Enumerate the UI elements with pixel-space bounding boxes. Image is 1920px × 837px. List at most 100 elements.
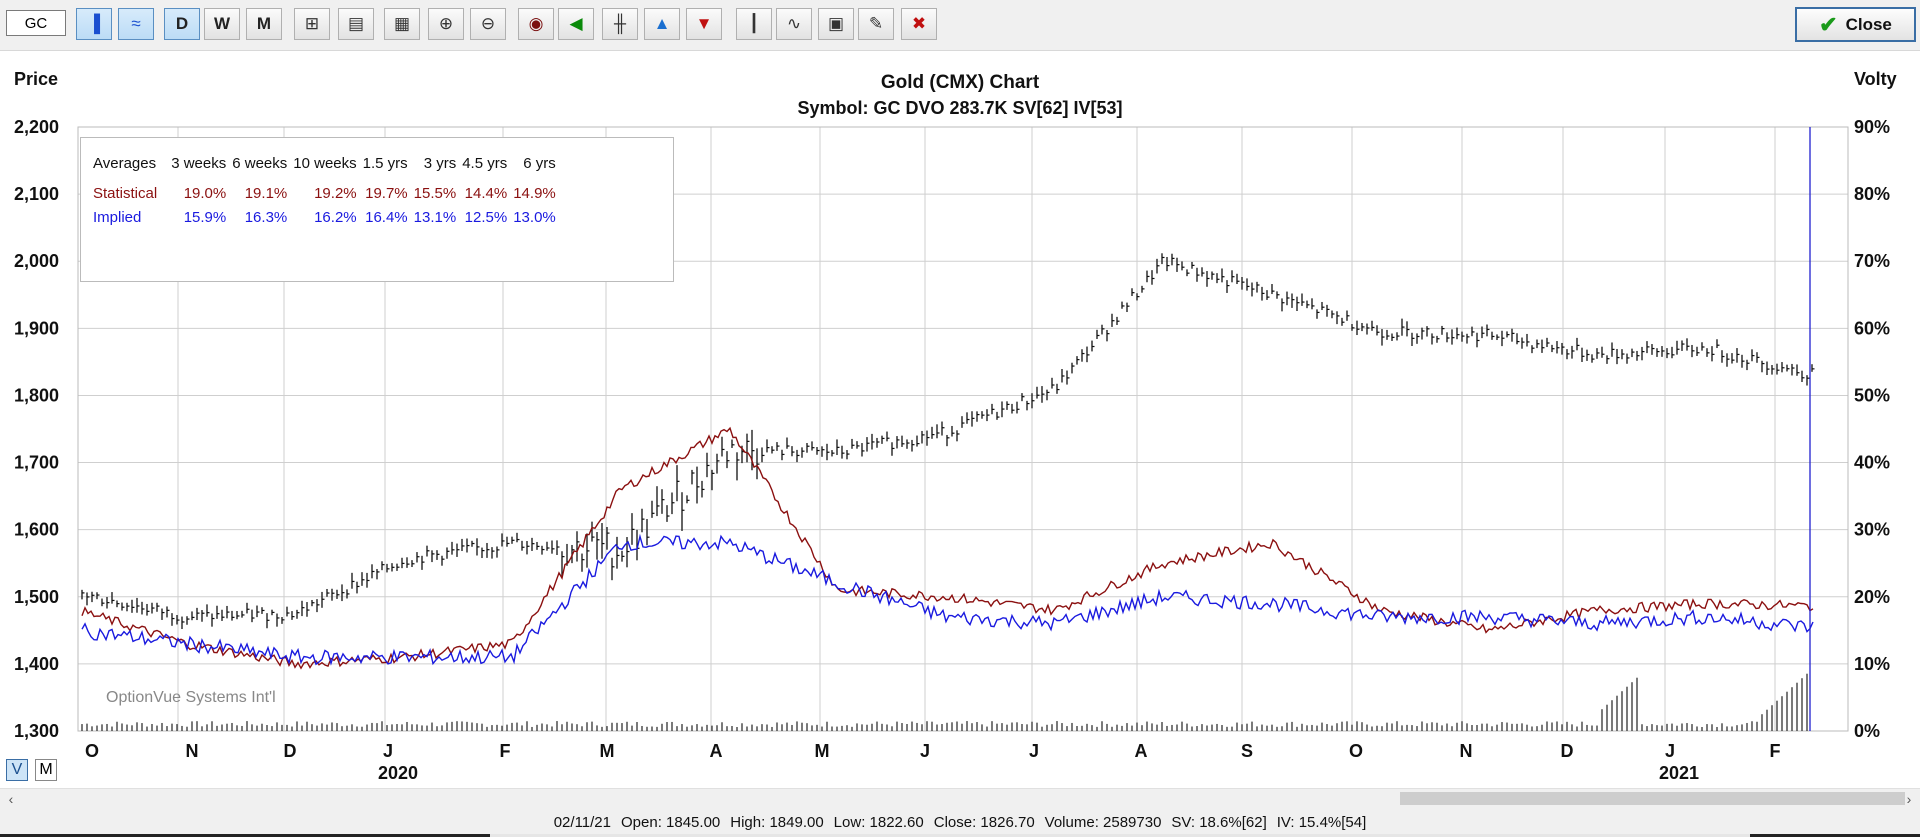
statistical-value-cell: 14.9% — [513, 185, 556, 202]
watermark: OptionVue Systems Int'l — [106, 689, 276, 706]
statistical-value-cell: 19.0% — [183, 185, 227, 202]
implied-value-cell: 12.5% — [464, 209, 508, 226]
scale-button[interactable]: ⊞ — [294, 8, 330, 40]
price-series — [81, 253, 1815, 630]
volty-tick-label: 10% — [1854, 654, 1890, 674]
line-chart-icon: ≈ — [131, 14, 141, 33]
line-view-button[interactable]: ≈ — [118, 8, 154, 40]
trend-button[interactable]: ◀ — [558, 8, 594, 40]
price-tick-label: 1,800 — [14, 385, 59, 405]
month-tick-label: S — [1241, 741, 1253, 761]
scroll-left-icon[interactable]: ‹ — [2, 789, 20, 809]
candle-view-button[interactable]: ▐ — [76, 8, 112, 40]
statistical-value-cell: 14.4% — [464, 185, 508, 202]
scale-icon: ⊞ — [304, 14, 320, 33]
month-tick-label: D — [1561, 741, 1574, 761]
monthly-button[interactable]: M — [246, 8, 282, 40]
calendar-button[interactable]: ▦ — [384, 8, 420, 40]
month-tick-label: J — [383, 741, 393, 761]
hilo-button[interactable]: ╫ — [602, 8, 638, 40]
bar-pattern-button[interactable]: ┃ — [736, 8, 772, 40]
statistical-value-cell: 19.7% — [365, 185, 408, 202]
month-tick-label: F — [500, 741, 511, 761]
price-axis-label: Price — [14, 69, 58, 89]
month-tick-label: M — [600, 741, 615, 761]
month-tick-label: N — [186, 741, 199, 761]
checkmark-icon: ✔ — [1819, 11, 1838, 37]
status-volume: Volume: 2589730 — [1044, 814, 1162, 831]
implied-value-cell: 16.2% — [314, 209, 357, 226]
price-tick-label: 1,700 — [14, 453, 59, 473]
zoom-out-button[interactable]: ⊖ — [470, 8, 506, 40]
status-bar: 02/11/21 Open: 1845.00 High: 1849.00 Low… — [0, 808, 1920, 837]
target-button[interactable]: ◉ — [518, 8, 554, 40]
volty-tick-label: 70% — [1854, 251, 1890, 271]
clipboard-icon: ▤ — [347, 14, 365, 33]
status-date: 02/11/21 — [553, 814, 611, 831]
bar-chart-icon: ▐ — [87, 14, 101, 33]
month-tick-label: N — [1460, 741, 1473, 761]
weekly-button[interactable]: W — [204, 8, 240, 40]
symbol-input[interactable] — [6, 10, 66, 36]
delete-button[interactable]: ✖ — [901, 8, 937, 40]
month-tick-label: J — [920, 741, 930, 761]
calendar-icon: ▦ — [393, 14, 411, 33]
close-button[interactable]: ✔ Close — [1795, 7, 1916, 42]
price-tick-label: 1,900 — [14, 318, 59, 338]
up-triangle-button[interactable]: ▲ — [644, 8, 680, 40]
target-icon: ◉ — [528, 14, 544, 33]
down-triangle-button[interactable]: ▼ — [686, 8, 722, 40]
status-high: High: 1849.00 — [730, 814, 824, 831]
price-tick-label: 1,600 — [14, 520, 59, 540]
monthly-label: M — [256, 14, 272, 33]
zoom-in-button[interactable]: ⊕ — [428, 8, 464, 40]
price-tick-label: 2,000 — [14, 251, 59, 271]
price-tick-label: 2,200 — [14, 117, 59, 137]
implied-value-cell: 16.4% — [365, 209, 408, 226]
scroll-thumb[interactable] — [1400, 792, 1905, 805]
daily-button[interactable]: D — [164, 8, 200, 40]
statistical-value-cell: 19.2% — [314, 185, 357, 202]
averages-header-cell: 3 weeks — [171, 154, 227, 172]
month-tick-label: A — [1135, 741, 1148, 761]
chart-subtitle: Symbol: GC DVO 283.7K SV[62] IV[53] — [797, 98, 1122, 118]
volume-toggle[interactable]: V — [6, 759, 28, 781]
volume-bars — [81, 673, 1808, 731]
zoom-in-icon: ⊕ — [438, 14, 454, 33]
up-triangle-icon: ▲ — [653, 14, 671, 33]
price-tick-label: 1,300 — [14, 721, 59, 741]
copy-button[interactable]: ▤ — [338, 8, 374, 40]
trend-icon: ◀ — [569, 14, 583, 33]
scroll-right-icon[interactable]: › — [1900, 789, 1918, 809]
print-button[interactable]: ▣ — [818, 8, 854, 40]
print-icon: ▣ — [827, 14, 845, 33]
study-button[interactable]: ∿ — [776, 8, 812, 40]
volty-tick-label: 30% — [1854, 520, 1890, 540]
year-tick-label: 2020 — [378, 763, 418, 783]
volty-tick-label: 90% — [1854, 117, 1890, 137]
averages-header-cell: 1.5 yrs — [362, 154, 408, 172]
status-sv: SV: 18.6%[62] — [1171, 814, 1267, 831]
averages-header-cell: 6 weeks — [232, 154, 288, 172]
moving-average-toggle[interactable]: M — [35, 759, 57, 781]
year-tick-label: 2021 — [1659, 763, 1699, 783]
zoom-out-icon: ⊖ — [480, 14, 496, 33]
implied-value-cell: 13.1% — [413, 209, 457, 226]
volty-tick-label: 20% — [1854, 587, 1890, 607]
volty-axis-label: Volty — [1854, 69, 1897, 89]
statistical-row-label: Statistical — [93, 185, 158, 202]
hilo-icon: ╫ — [613, 14, 627, 33]
pencil-button[interactable]: ✎ — [858, 8, 894, 40]
averages-table: Averages 3 weeks 6 weeks 10 weeks 1.5 yrs 3 y… — [80, 137, 674, 282]
averages-header-cell: 6 yrs — [523, 154, 556, 172]
price-tick-label: 1,500 — [14, 587, 59, 607]
month-tick-label: O — [1349, 741, 1363, 761]
price-tick-label: 1,400 — [14, 654, 59, 674]
month-tick-label: O — [85, 741, 99, 761]
down-triangle-icon: ▼ — [695, 14, 713, 33]
weekly-label: W — [213, 14, 231, 33]
horizontal-scrollbar[interactable]: ‹ › — [0, 788, 1920, 809]
bar-pattern-icon: ┃ — [748, 14, 760, 33]
chart-panel[interactable]: Gold (CMX) Chart Symbol: GC DVO 283.7K SV… — [0, 51, 1920, 788]
volty-tick-label: 40% — [1854, 453, 1890, 473]
